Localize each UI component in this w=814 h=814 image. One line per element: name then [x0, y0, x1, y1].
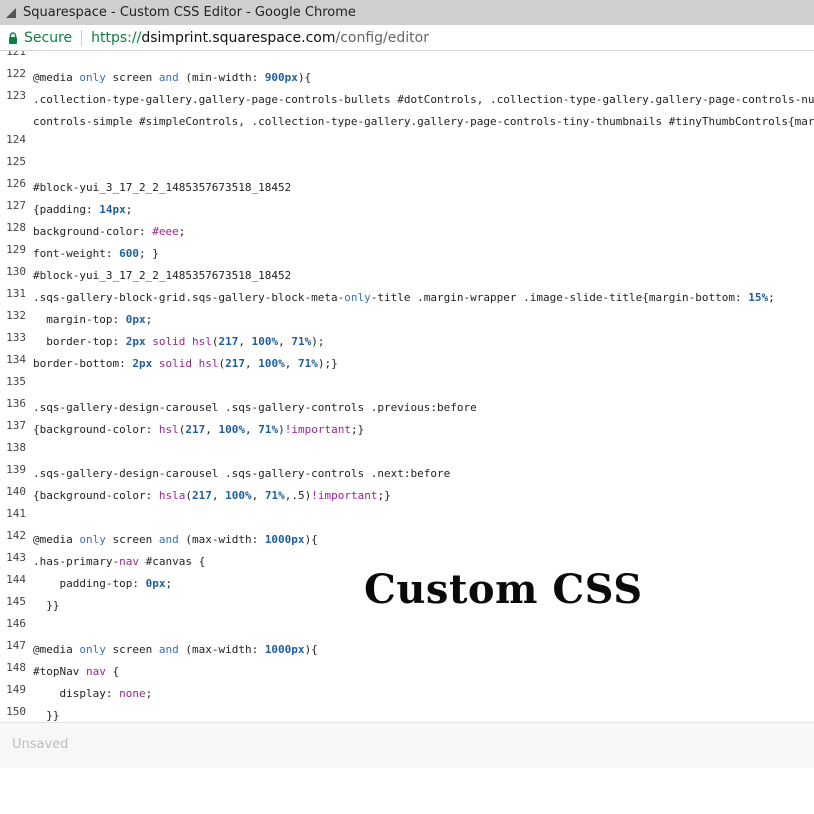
- url-text[interactable]: https://dsimprint.squarespace.com/config…: [91, 30, 429, 46]
- css-code-editor[interactable]: 121 122 @media only screen and (min-width:…: [0, 51, 814, 722]
- window-titlebar: Squarespace - Custom CSS Editor - Google…: [0, 0, 814, 25]
- code-line[interactable]: 138: [0, 441, 814, 463]
- line-number: 130: [6, 265, 26, 278]
- squarespace-logo-icon: [6, 7, 16, 18]
- line-code: .sqs-gallery-design-carousel .sqs-galler…: [33, 401, 477, 414]
- line-code: }}: [33, 599, 60, 612]
- line-code: @media only screen and (max-width: 1000p…: [33, 533, 318, 546]
- code-line[interactable]: 147 @media only screen and (max-width: 10…: [0, 639, 814, 661]
- save-status: Unsaved: [12, 737, 69, 752]
- line-code: .has-primary-nav #canvas {: [33, 555, 206, 568]
- line-number: 127: [6, 199, 26, 212]
- code-line[interactable]: 126 #block-yui_3_17_2_2_1485357673518_184…: [0, 177, 814, 199]
- secure-label: Secure: [24, 29, 73, 46]
- code-line[interactable]: 125: [0, 155, 814, 177]
- line-number: 148: [6, 661, 26, 674]
- code-line[interactable]: 134 border-bottom: 2px solid hsl(217, 100…: [0, 353, 814, 375]
- line-number: 146: [6, 617, 26, 630]
- url-host: dsimprint.squarespace.com: [141, 29, 336, 46]
- line-number: 128: [6, 221, 26, 234]
- window-title: Squarespace - Custom CSS Editor - Google…: [23, 5, 356, 20]
- line-number: 125: [6, 155, 26, 168]
- line-code: font-weight: 600; }: [33, 247, 159, 260]
- line-code: @media only screen and (min-width: 900px…: [33, 71, 312, 84]
- code-line[interactable]: 139 .sqs-gallery-design-carousel .sqs-gal…: [0, 463, 814, 485]
- code-line[interactable]: 148 #topNav nav {: [0, 661, 814, 683]
- line-code: controls-simple #simpleControls, .collec…: [33, 115, 814, 128]
- line-number: 149: [6, 683, 26, 696]
- line-number: 131: [6, 287, 26, 300]
- line-code: }}: [33, 709, 60, 722]
- code-line[interactable]: 124: [0, 133, 814, 155]
- line-code: padding-top: 0px;: [33, 577, 173, 590]
- line-code: #topNav nav {: [33, 665, 120, 678]
- line-number: 123: [6, 89, 26, 102]
- code-line[interactable]: 121: [0, 51, 814, 67]
- code-line[interactable]: 142 @media only screen and (max-width: 10…: [0, 529, 814, 551]
- code-line[interactable]: 127 {padding: 14px;: [0, 199, 814, 221]
- code-line[interactable]: 141: [0, 507, 814, 529]
- code-line[interactable]: 137 {background-color: hsl(217, 100%, 71%…: [0, 419, 814, 441]
- address-bar[interactable]: Secure https://dsimprint.squarespace.com…: [0, 25, 814, 51]
- code-line[interactable]: 132 margin-top: 0px;: [0, 309, 814, 331]
- code-line[interactable]: 128 background-color: #eee;: [0, 221, 814, 243]
- code-line[interactable]: 136 .sqs-gallery-design-carousel .sqs-gal…: [0, 397, 814, 419]
- url-protocol: https://: [91, 29, 142, 46]
- line-code: {background-color: hsla(217, 100%, 71%,.…: [33, 489, 391, 502]
- line-code: background-color: #eee;: [33, 225, 186, 238]
- line-number: 129: [6, 243, 26, 256]
- code-line[interactable]: 133 border-top: 2px solid hsl(217, 100%,…: [0, 331, 814, 353]
- code-line[interactable]: 149 display: none;: [0, 683, 814, 705]
- line-code: #block-yui_3_17_2_2_1485357673518_18452: [33, 269, 292, 282]
- line-number: 140: [6, 485, 26, 498]
- code-line[interactable]: 123 .collection-type-gallery.gallery-page…: [0, 89, 814, 111]
- url-path: /config/editor: [335, 29, 429, 46]
- line-code: border-top: 2px solid hsl(217, 100%, 71%…: [33, 335, 325, 348]
- line-number: 122: [6, 67, 26, 80]
- lock-icon: [9, 31, 17, 44]
- code-line[interactable]: 131 .sqs-gallery-block-grid.sqs-gallery-b…: [0, 287, 814, 309]
- line-code: {background-color: hsl(217, 100%, 71%)!i…: [33, 423, 365, 436]
- line-number: 147: [6, 639, 26, 652]
- line-number: 126: [6, 177, 26, 190]
- line-number: 135: [6, 375, 26, 388]
- line-code: @media only screen and (max-width: 1000p…: [33, 643, 318, 656]
- line-number: 133: [6, 331, 26, 344]
- line-number: 132: [6, 309, 26, 322]
- line-code: display: none;: [33, 687, 153, 700]
- line-number: 143: [6, 551, 26, 564]
- line-number: 150: [6, 705, 26, 718]
- line-number: 141: [6, 507, 26, 520]
- line-code: border-bottom: 2px solid hsl(217, 100%, …: [33, 357, 338, 370]
- code-line[interactable]: 140 {background-color: hsla(217, 100%, 71…: [0, 485, 814, 507]
- line-number: 124: [6, 133, 26, 146]
- line-number: 136: [6, 397, 26, 410]
- line-number: 144: [6, 573, 26, 586]
- line-code: .collection-type-gallery.gallery-page-co…: [33, 93, 814, 106]
- line-code: .sqs-gallery-block-grid.sqs-gallery-bloc…: [33, 291, 775, 304]
- line-code: .sqs-gallery-design-carousel .sqs-galler…: [33, 467, 451, 480]
- line-code: {padding: 14px;: [33, 203, 133, 216]
- line-code: #block-yui_3_17_2_2_1485357673518_18452: [33, 181, 292, 194]
- address-separator: [81, 29, 83, 46]
- line-number: 134: [6, 353, 26, 366]
- code-line[interactable]: 129 font-weight: 600; }: [0, 243, 814, 265]
- code-line[interactable]: 130 #block-yui_3_17_2_2_1485357673518_184…: [0, 265, 814, 287]
- line-number: 145: [6, 595, 26, 608]
- line-number: 142: [6, 529, 26, 542]
- line-number: 121: [6, 51, 26, 58]
- line-number: 139: [6, 463, 26, 476]
- code-line[interactable]: controls-simple #simpleControls, .collec…: [0, 111, 814, 133]
- code-line[interactable]: 146: [0, 617, 814, 639]
- line-code: margin-top: 0px;: [33, 313, 153, 326]
- code-line[interactable]: 150 }}: [0, 705, 814, 722]
- line-number: 138: [6, 441, 26, 454]
- code-line[interactable]: 135: [0, 375, 814, 397]
- code-line[interactable]: 122 @media only screen and (min-width: 90…: [0, 67, 814, 89]
- line-number: 137: [6, 419, 26, 432]
- custom-css-caption: Custom CSS: [364, 566, 643, 613]
- editor-footer: Unsaved: [0, 722, 814, 768]
